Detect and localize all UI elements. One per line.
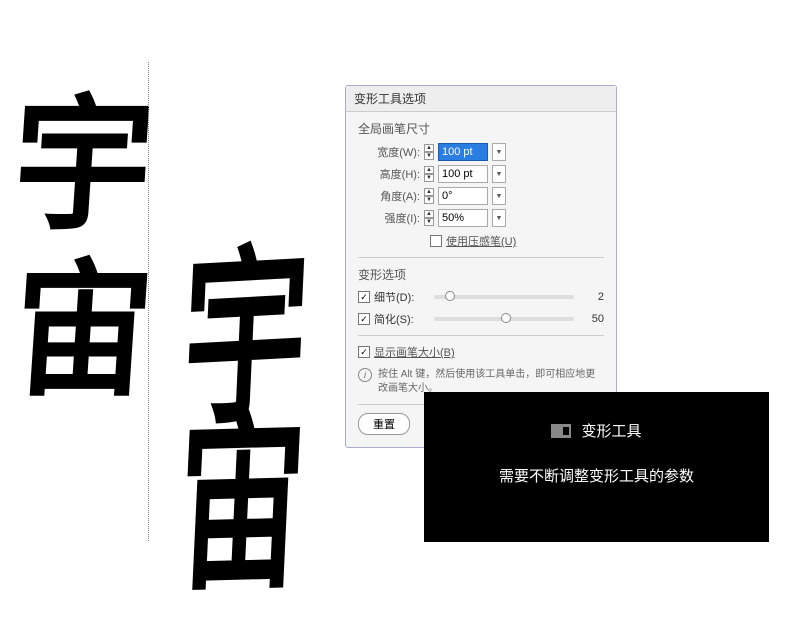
angle-stepper[interactable]: ▲▼: [424, 188, 434, 204]
height-stepper[interactable]: ▲▼: [424, 166, 434, 182]
angle-input[interactable]: [438, 187, 488, 205]
intensity-label: 强度(I):: [358, 210, 420, 226]
intensity-stepper[interactable]: ▲▼: [424, 210, 434, 226]
pressure-pen-label: 使用压感笔(U): [446, 233, 516, 249]
tooltip-title: 变形工具: [581, 420, 641, 441]
warp-tool-icon: [551, 424, 571, 438]
width-input[interactable]: [438, 143, 488, 161]
info-icon: i: [358, 368, 372, 382]
intensity-input[interactable]: [438, 209, 488, 227]
char-right-2: 宙: [171, 347, 312, 629]
simplify-checkbox[interactable]: [358, 313, 370, 325]
show-brush-size-label: 显示画笔大小(B): [374, 344, 455, 360]
brush-size-section-label: 全局画笔尺寸: [358, 120, 604, 137]
width-stepper[interactable]: ▲▼: [424, 144, 434, 160]
intensity-dropdown[interactable]: ▼: [492, 209, 506, 227]
divider-dotted: [148, 62, 149, 541]
simplify-value: 50: [580, 313, 604, 325]
width-dropdown[interactable]: ▼: [492, 143, 506, 161]
detail-checkbox[interactable]: [358, 291, 370, 303]
char-left-2: 宙: [7, 213, 161, 425]
dialog-title: 变形工具选项: [346, 86, 616, 112]
tooltip-desc: 需要不断调整变形工具的参数: [444, 465, 749, 486]
tool-tooltip: 变形工具 需要不断调整变形工具的参数: [424, 392, 769, 542]
height-dropdown[interactable]: ▼: [492, 165, 506, 183]
simplify-slider[interactable]: [434, 317, 574, 321]
simplify-label: 简化(S):: [374, 311, 414, 327]
pressure-pen-checkbox[interactable]: [430, 235, 442, 247]
detail-label: 细节(D):: [374, 289, 414, 305]
warp-options-section-label: 变形选项: [358, 266, 604, 283]
width-label: 宽度(W):: [358, 144, 420, 160]
angle-dropdown[interactable]: ▼: [492, 187, 506, 205]
detail-slider[interactable]: [434, 295, 574, 299]
show-brush-size-checkbox[interactable]: [358, 346, 370, 358]
angle-label: 角度(A):: [358, 188, 420, 204]
detail-value: 2: [580, 291, 604, 303]
height-input[interactable]: [438, 165, 488, 183]
height-label: 高度(H):: [358, 166, 420, 182]
reset-button[interactable]: 重置: [358, 413, 410, 435]
